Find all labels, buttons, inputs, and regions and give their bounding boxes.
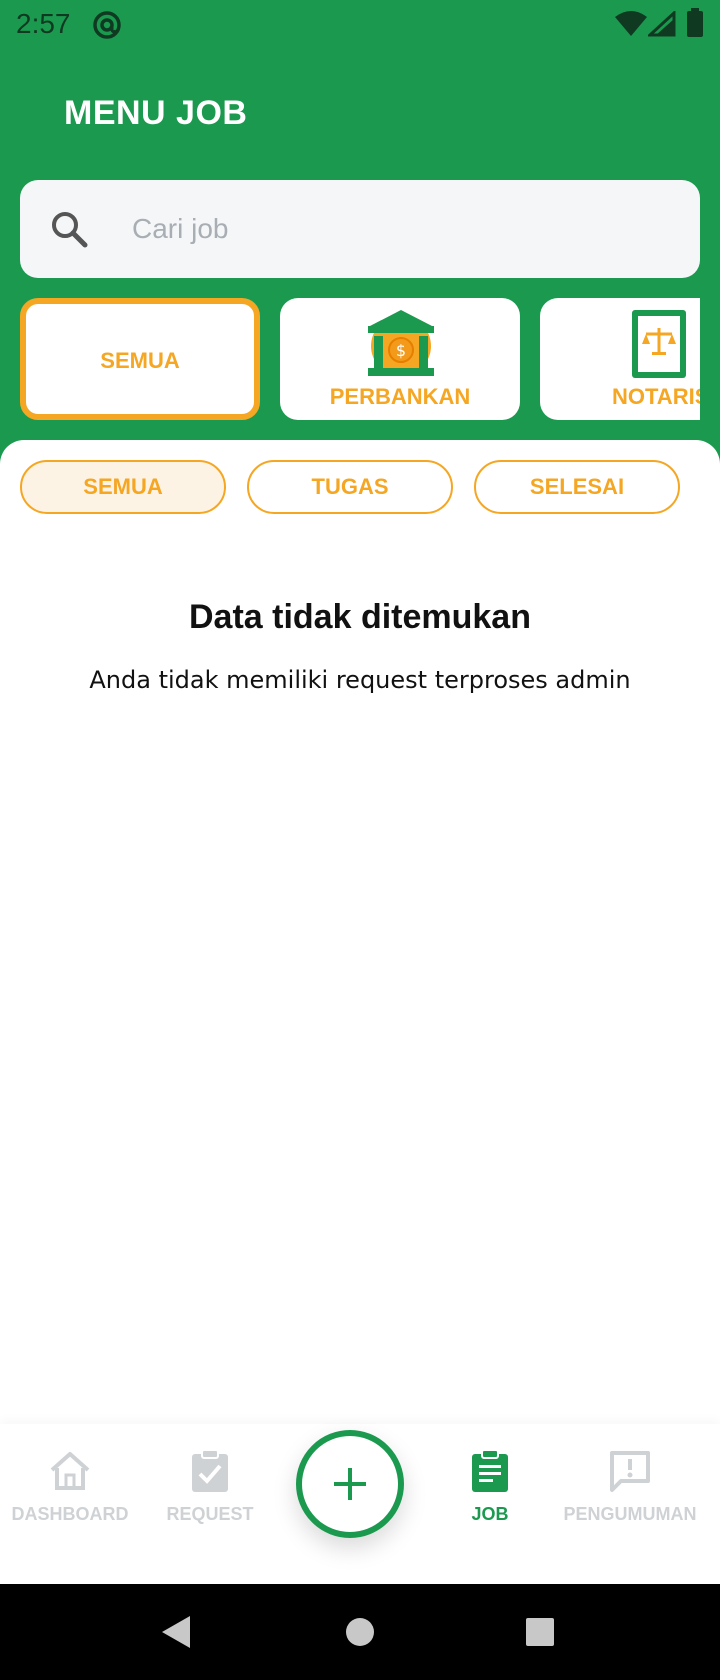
- system-navigation-bar: [0, 1584, 720, 1680]
- search-bar[interactable]: [20, 180, 700, 278]
- category-label: PERBANKAN: [329, 384, 471, 409]
- filter-chip-selesai[interactable]: SELESAI: [474, 460, 680, 514]
- category-card-semua[interactable]: SEMUA: [20, 298, 260, 420]
- empty-state-title: Data tidak ditemukan: [189, 598, 531, 636]
- nav-item-dashboard[interactable]: DASHBOARD: [0, 1448, 140, 1548]
- status-bar: 2:57: [0, 0, 720, 50]
- clipboard-list-icon: [472, 1449, 508, 1492]
- recents-icon[interactable]: [524, 1616, 556, 1648]
- nav-item-job[interactable]: JOB: [420, 1448, 560, 1548]
- bank-icon: $: [368, 310, 434, 376]
- page-title: MENU JOB: [64, 94, 248, 132]
- category-label: SEMUA: [100, 348, 180, 373]
- category-card-notaris[interactable]: NOTARIS: [540, 298, 700, 420]
- nav-item-request[interactable]: REQUEST: [140, 1448, 280, 1548]
- clipboard-check-icon: [192, 1449, 228, 1492]
- category-list: SEMUA $ PERBANKAN NOTARIS: [20, 298, 700, 420]
- home-circle-icon[interactable]: [344, 1616, 376, 1648]
- nav-label: DASHBOARD: [11, 1504, 129, 1524]
- content-sheet: SEMUA TUGAS SELESAI Data tidak ditemukan…: [0, 440, 720, 1584]
- home-icon: [50, 1452, 90, 1490]
- plus-icon: [334, 1468, 366, 1500]
- empty-state-subtitle: Anda tidak memiliki request terproses ad…: [89, 666, 631, 694]
- svg-text:$: $: [396, 341, 406, 360]
- add-fab-button[interactable]: [296, 1430, 404, 1538]
- filter-chip-tugas[interactable]: TUGAS: [247, 460, 453, 514]
- filter-tabs: SEMUA TUGAS SELESAI: [20, 460, 700, 514]
- battery-icon: [687, 8, 703, 37]
- search-input[interactable]: [132, 200, 672, 258]
- nav-item-pengumuman[interactable]: PENGUMUMAN: [560, 1448, 700, 1548]
- nav-label: REQUEST: [166, 1504, 254, 1524]
- notary-scale-icon: [632, 310, 686, 378]
- back-icon[interactable]: [160, 1614, 192, 1650]
- status-time: 2:57: [16, 8, 71, 39]
- category-card-perbankan[interactable]: $ PERBANKAN: [280, 298, 520, 420]
- bottom-navigation: DASHBOARD REQUEST JOB PENGUMUMAN: [0, 1424, 720, 1584]
- nav-label: PENGUMUMAN: [563, 1504, 697, 1524]
- at-icon: [93, 11, 121, 39]
- wifi-icon: [615, 11, 647, 36]
- announcement-icon: [610, 1451, 650, 1492]
- search-icon: [52, 212, 88, 248]
- signal-icon: [648, 11, 676, 37]
- nav-label: JOB: [471, 1504, 509, 1524]
- filter-chip-semua[interactable]: SEMUA: [20, 460, 226, 514]
- category-label: NOTARIS: [612, 384, 700, 409]
